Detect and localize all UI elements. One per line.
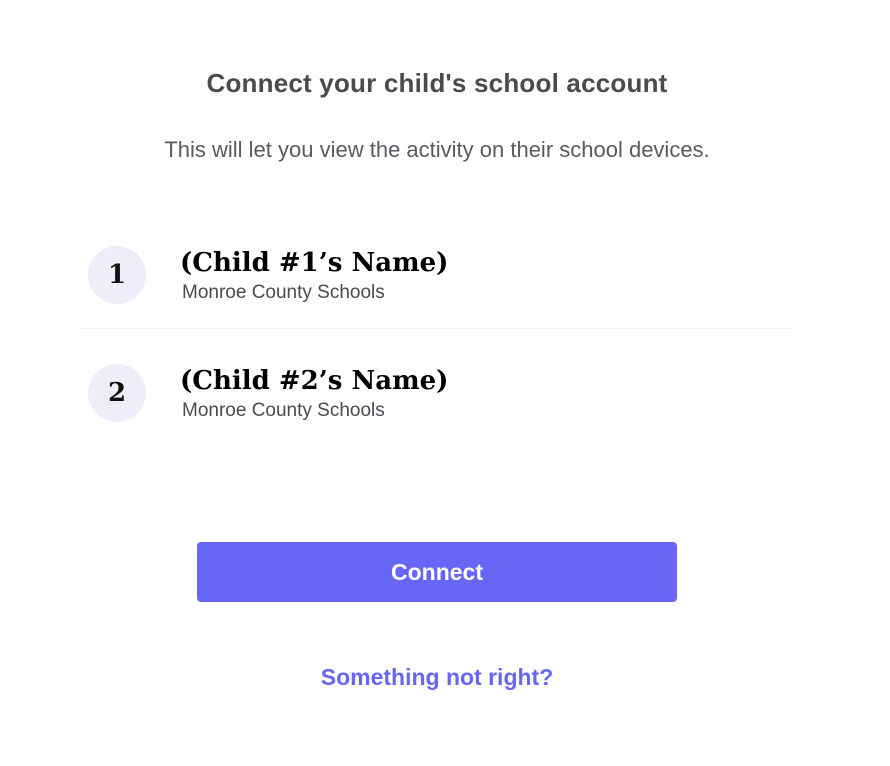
- connect-button[interactable]: Connect: [197, 542, 677, 602]
- step-number-badge: 2: [88, 364, 146, 422]
- child-row-2: 2 (Child #2’s Name) Monroe County School…: [80, 354, 794, 436]
- child-name: (Child #1’s Name): [180, 248, 449, 278]
- child-name: (Child #2’s Name): [180, 366, 449, 396]
- child-school: Monroe County Schools: [182, 282, 385, 303]
- step-number-badge: 1: [88, 246, 146, 304]
- something-not-right-link[interactable]: Something not right?: [0, 664, 874, 691]
- child-school: Monroe County Schools: [182, 400, 385, 421]
- page-subtitle: This will let you view the activity on t…: [164, 137, 710, 162]
- divider: [80, 328, 794, 329]
- page-title: Connect your child's school account: [206, 68, 668, 98]
- child-row-1: 1 (Child #1’s Name) Monroe County School…: [80, 236, 794, 318]
